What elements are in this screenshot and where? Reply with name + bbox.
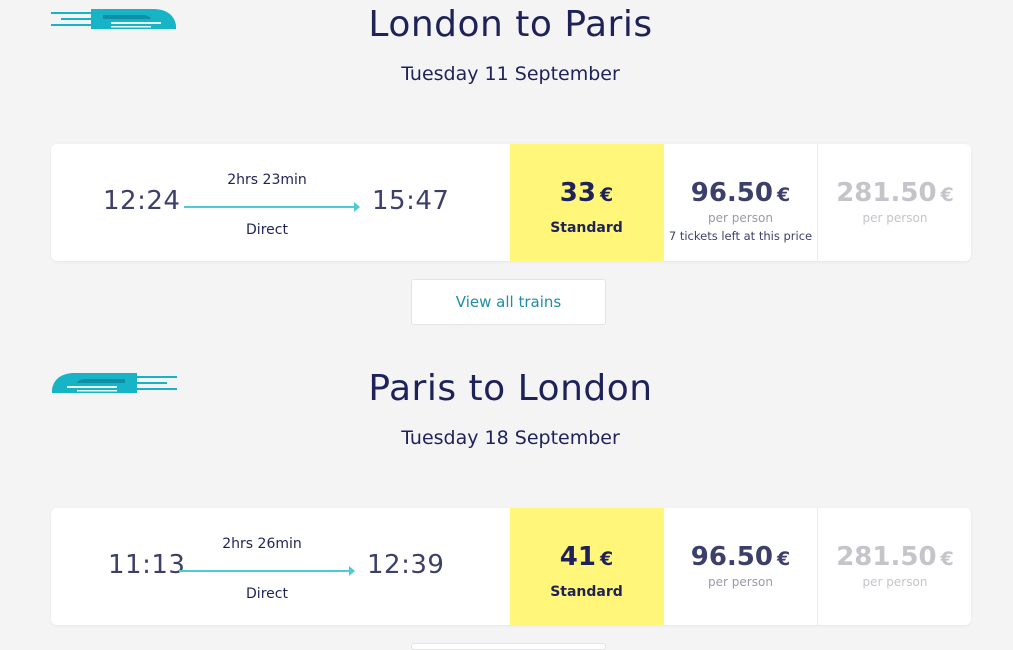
arrow-right-icon	[354, 202, 360, 212]
fare-price: 96.50 €	[690, 178, 791, 208]
journey-duration: 2hrs 23min	[227, 172, 307, 188]
journey-changes: Direct	[246, 586, 288, 602]
fare-per-person: per person	[708, 211, 773, 225]
fare-price: 96.50 €	[690, 542, 791, 572]
fare-standard[interactable]: 41 € Standard	[510, 508, 663, 625]
fare-price: 41 €	[559, 542, 614, 572]
departure-time: 12:24	[103, 186, 181, 216]
fare-business-premier[interactable]: 281.50 € per person	[817, 508, 971, 625]
route-title: London to Paris	[368, 4, 653, 45]
travel-date: Tuesday 18 September	[401, 427, 620, 449]
fare-business-premier[interactable]: 281.50 € per person	[817, 144, 971, 261]
view-all-trains-button-partial[interactable]	[411, 643, 606, 650]
route-title: Paris to London	[368, 368, 653, 409]
tickets-left-note: 7 tickets left at this price	[668, 229, 813, 243]
fare-standard[interactable]: 33 € Standard	[510, 144, 663, 261]
fare-price: 281.50 €	[836, 542, 954, 572]
travel-date: Tuesday 11 September	[401, 63, 620, 85]
fare-standard-premier[interactable]: 96.50 € per person 7 tickets left at this…	[663, 144, 817, 261]
fare-per-person: per person	[708, 575, 773, 589]
fare-price: 33 €	[559, 178, 614, 208]
journey-card[interactable]: 12:24 2hrs 23min Direct 15:47 33 € Standa…	[51, 144, 971, 261]
arrow-right-icon	[349, 566, 355, 576]
journey-duration: 2hrs 26min	[222, 536, 302, 552]
view-all-trains-button[interactable]: View all trains	[411, 279, 606, 325]
fare-per-person: per person	[862, 575, 928, 589]
arrival-time: 12:39	[367, 550, 445, 580]
fare-price: 281.50 €	[836, 178, 954, 208]
fare-class: Standard	[550, 220, 623, 236]
departure-time: 11:13	[108, 550, 186, 580]
journey-changes: Direct	[246, 222, 288, 238]
arrival-time: 15:47	[372, 186, 450, 216]
fare-per-person: per person	[862, 211, 928, 225]
journey-card[interactable]: 11:13 2hrs 26min Direct 12:39 41 € Standa…	[51, 508, 971, 625]
fare-class: Standard	[550, 584, 623, 600]
fare-standard-premier[interactable]: 96.50 € per person	[663, 508, 817, 625]
journey-arrow-line	[179, 570, 351, 572]
journey-arrow-line	[184, 206, 356, 208]
